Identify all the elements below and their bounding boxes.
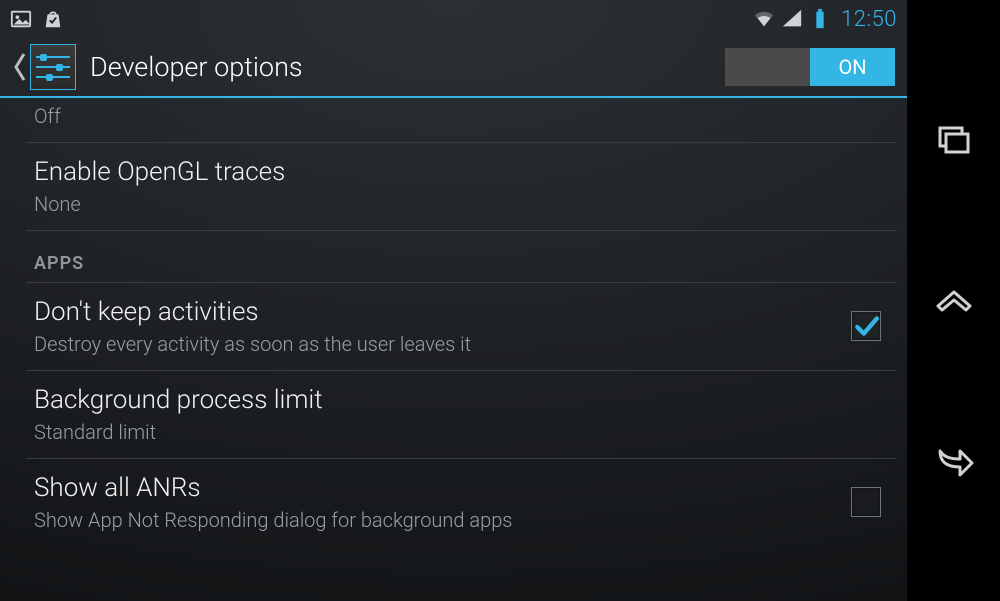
- list-item-show-anrs[interactable]: Show all ANRs Show App Not Responding di…: [26, 459, 897, 546]
- list-item-bg-process-limit[interactable]: Background process limit Standard limit: [26, 371, 897, 459]
- list-item-sub: Standard limit: [34, 420, 881, 444]
- back-button[interactable]: [12, 52, 28, 82]
- list-item-title: Enable OpenGL traces: [34, 155, 881, 190]
- list-item-sub: Show App Not Responding dialog for backg…: [34, 508, 835, 532]
- page-title: Developer options: [90, 51, 303, 83]
- clock: 12:50: [841, 7, 897, 32]
- toggle-off-side: [725, 48, 810, 86]
- cell-signal-icon: [781, 9, 803, 29]
- back-nav-button[interactable]: [924, 431, 984, 491]
- list-item-title: Background process limit: [34, 383, 881, 418]
- home-button[interactable]: [924, 270, 984, 330]
- system-nav-bar: [907, 0, 1000, 601]
- section-title: Apps: [34, 253, 889, 274]
- wifi-icon: [753, 9, 775, 29]
- recent-apps-button[interactable]: [924, 110, 984, 170]
- list-item-sub: None: [34, 192, 881, 216]
- checkbox[interactable]: [851, 311, 881, 341]
- shopping-bag-icon: [42, 9, 64, 29]
- settings-icon[interactable]: [30, 44, 76, 90]
- status-bar: 12:50: [0, 0, 907, 38]
- section-header-apps: Apps: [26, 231, 897, 283]
- list-item-sub: Destroy every activity as soon as the us…: [34, 332, 835, 356]
- list-item-sub: Off: [34, 104, 881, 128]
- action-bar: Developer options ON: [0, 38, 907, 98]
- device-frame: 12:50 Developer options ON: [0, 0, 1000, 601]
- master-toggle[interactable]: ON: [725, 48, 895, 86]
- picture-icon: [10, 9, 32, 29]
- list-item-title: Don't keep activities: [34, 295, 835, 330]
- list-item-opengl-traces[interactable]: Enable OpenGL traces None: [26, 143, 897, 231]
- toggle-on-side: ON: [810, 48, 895, 86]
- screen: 12:50 Developer options ON: [0, 0, 907, 601]
- status-right: 12:50: [753, 7, 897, 32]
- battery-icon: [809, 9, 831, 29]
- list-item-prev[interactable]: Off: [26, 98, 897, 143]
- list-item-dont-keep-activities[interactable]: Don't keep activities Destroy every acti…: [26, 283, 897, 371]
- status-left: [10, 9, 64, 29]
- list-item-title: Show all ANRs: [34, 471, 835, 506]
- checkbox[interactable]: [851, 487, 881, 517]
- settings-list[interactable]: Off Enable OpenGL traces None Apps Don't…: [0, 98, 907, 601]
